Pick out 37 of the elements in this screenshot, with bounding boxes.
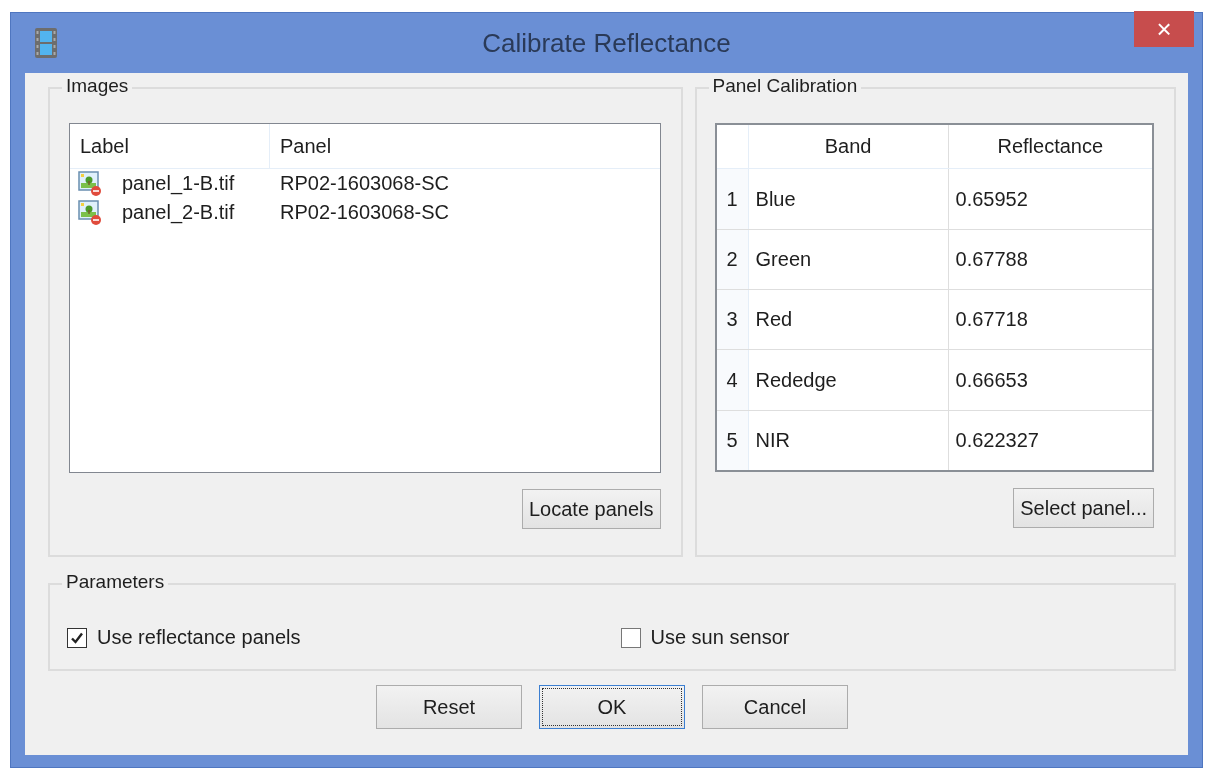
dialog-button[interactable]: Reset (376, 685, 522, 729)
film-icon (35, 28, 57, 58)
panel-id: RP02-1603068-SC (279, 172, 450, 195)
table-cell: NIR (748, 410, 949, 470)
row-number: 5 (716, 410, 749, 470)
dialog-button[interactable]: Cancel (702, 685, 848, 729)
window-title: Calibrate Reflectance (482, 27, 731, 59)
row-number: 2 (716, 229, 749, 290)
panel-id: RP02-1603068-SC (279, 201, 450, 224)
select-panel-button[interactable]: Select panel... (1013, 488, 1154, 528)
table-cell-text: 0.67788 (954, 246, 1029, 272)
checkbox-label[interactable]: Use sun sensor (650, 626, 790, 649)
table-cell: Rededge (748, 350, 949, 410)
column-header[interactable]: Band (748, 125, 949, 169)
table-cell: Green (748, 229, 949, 290)
checkbox-label[interactable]: Use reflectance panels (97, 626, 301, 649)
table-cell-text: 0.66653 (954, 367, 1029, 393)
table-cell: Red (748, 290, 949, 350)
table-cell: Blue (748, 169, 949, 229)
column-header[interactable]: Label (70, 124, 270, 168)
table-cell-text: 0.67718 (954, 307, 1029, 333)
column-header[interactable]: Panel (270, 124, 660, 168)
row-number: 1 (716, 169, 749, 229)
column-header[interactable]: Reflectance (948, 125, 1152, 169)
row-number: 4 (716, 350, 749, 410)
close-button[interactable]: × (1134, 11, 1194, 47)
image-error-icon (78, 170, 102, 197)
row-number: 3 (716, 290, 749, 350)
table-cell-text: 0.622327 (954, 427, 1040, 453)
dialog-button[interactable]: OK (539, 685, 685, 729)
table-cell-text: 0.65952 (954, 186, 1029, 212)
image-error-icon (78, 199, 102, 226)
checkbox[interactable] (67, 627, 87, 648)
file-name[interactable]: panel_2-B.tif (122, 201, 235, 224)
checkbox[interactable] (620, 627, 641, 648)
file-name[interactable]: panel_1-B.tif (122, 172, 235, 195)
locate-panels-button[interactable]: Locate panels (522, 489, 661, 529)
